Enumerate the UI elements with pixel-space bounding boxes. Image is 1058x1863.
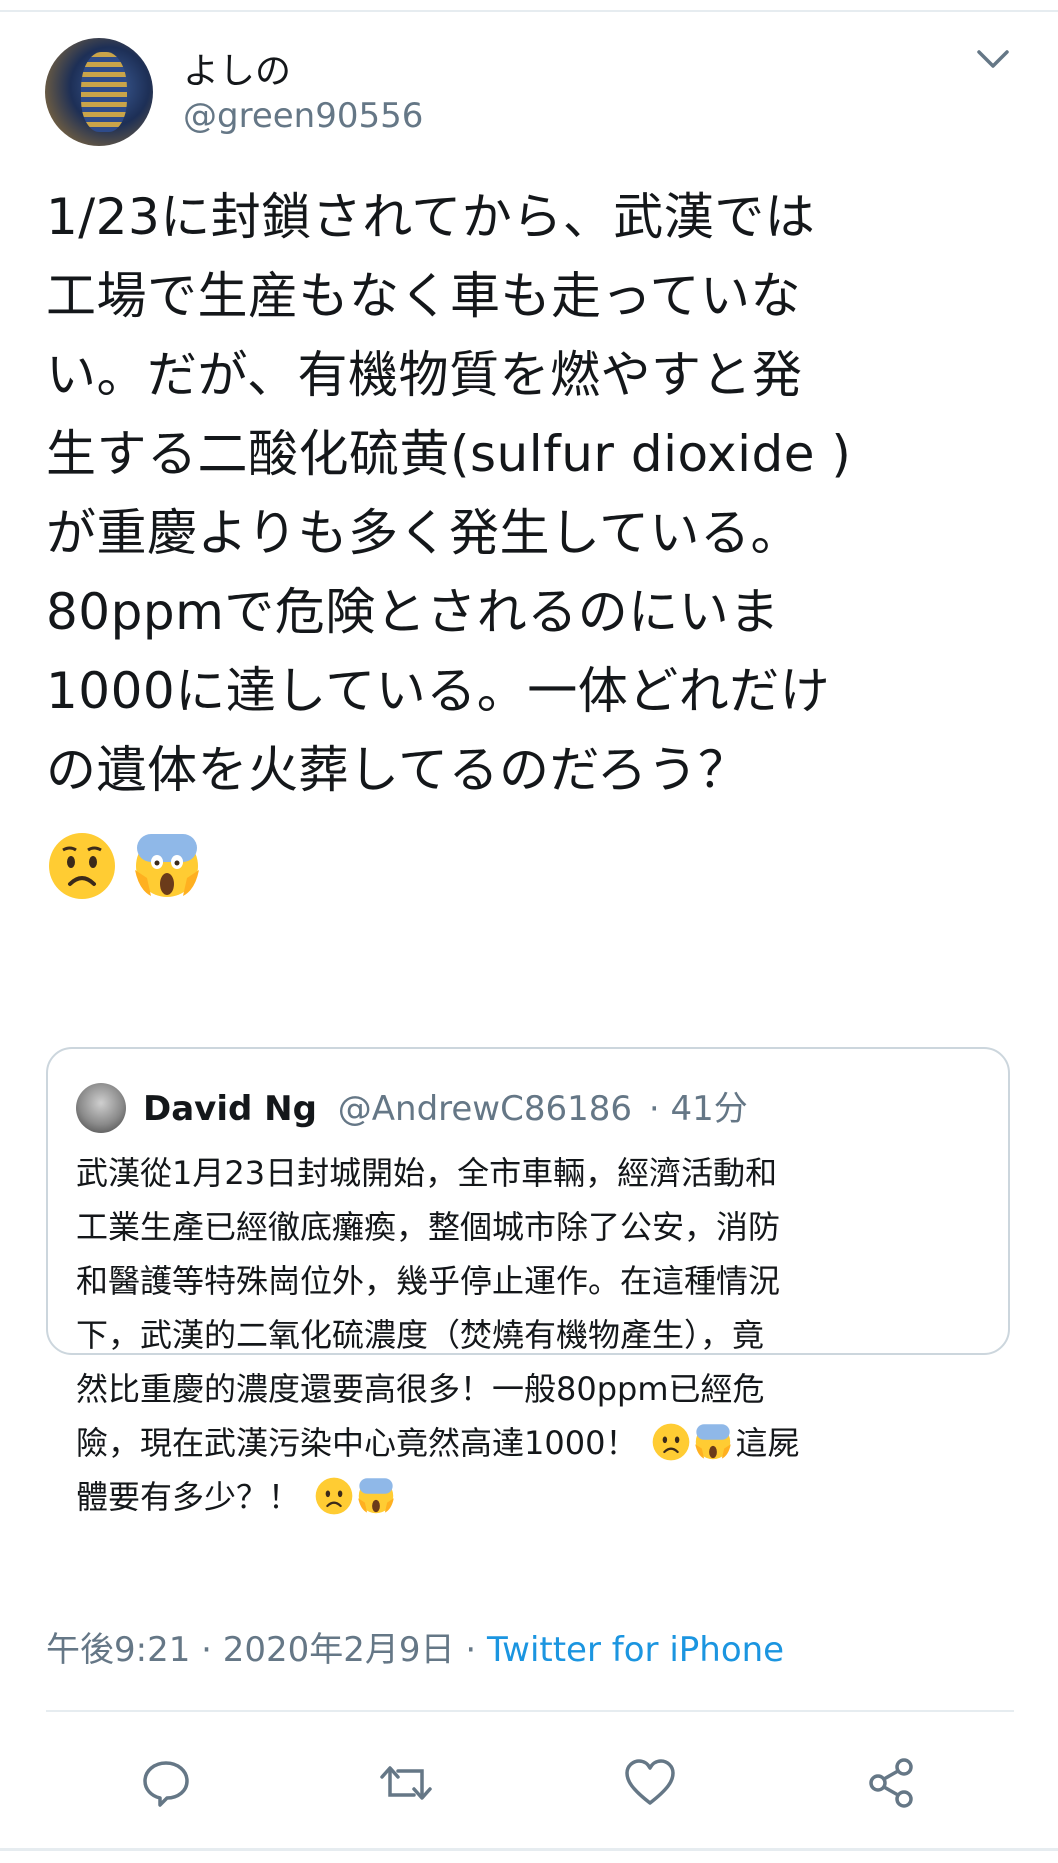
quoted-text: 武漢從1月23日封城開始，全市車輛，經濟活動和 工業生產已經徹底癱瘓，整個城市除… [76,1146,996,1524]
quoted-header: David Ng @AndrewC86186 · 41分 [143,1081,748,1130]
quoted-time: · 41分 [648,1089,748,1129]
emoji-row [46,830,211,902]
retweet-icon[interactable] [378,1755,434,1811]
face-screaming-in-fear-icon [358,1478,394,1514]
worried-face-icon [653,1423,690,1461]
display-name[interactable]: よしの [183,42,291,94]
bottom-divider [0,1848,1058,1851]
share-icon[interactable] [864,1755,920,1811]
reply-icon[interactable] [138,1755,194,1811]
quoted-tweet[interactable]: David Ng @AndrewC86186 · 41分 武漢從1月23日封城開… [46,1047,1010,1516]
actions-divider [46,1710,1014,1712]
quoted-text-main: 武漢從1月23日封城開始，全市車輛，經濟活動和 工業生產已經徹底癱瘓，整個城市除… [76,1154,781,1462]
top-divider [0,10,1058,12]
worried-face-icon [315,1477,353,1515]
worried-face-icon [49,833,115,899]
tweet-source-link[interactable]: Twitter for iPhone [487,1630,784,1670]
tweet-text: 1/23に封鎖されてから、武漢では 工場で生産もなく車も走っていな い。だが、有… [46,188,852,799]
face-screaming-in-fear-icon [135,834,200,897]
like-icon[interactable] [622,1755,678,1811]
chevron-down-icon[interactable] [975,46,1011,74]
face-screaming-in-fear-icon [695,1424,732,1460]
quoted-handle: @AndrewC86186 [337,1089,633,1129]
quoted-avatar [76,1083,126,1133]
tweet-meta: 午後9:21 · 2020年2月9日 · Twitter for iPhone [46,1622,784,1671]
action-bar [0,1755,1058,1815]
tweet-timestamp[interactable]: 午後9:21 · 2020年2月9日 · [46,1630,476,1670]
quoted-display-name: David Ng [143,1089,317,1129]
user-handle[interactable]: @green90556 [183,96,423,136]
avatar[interactable] [45,38,153,146]
